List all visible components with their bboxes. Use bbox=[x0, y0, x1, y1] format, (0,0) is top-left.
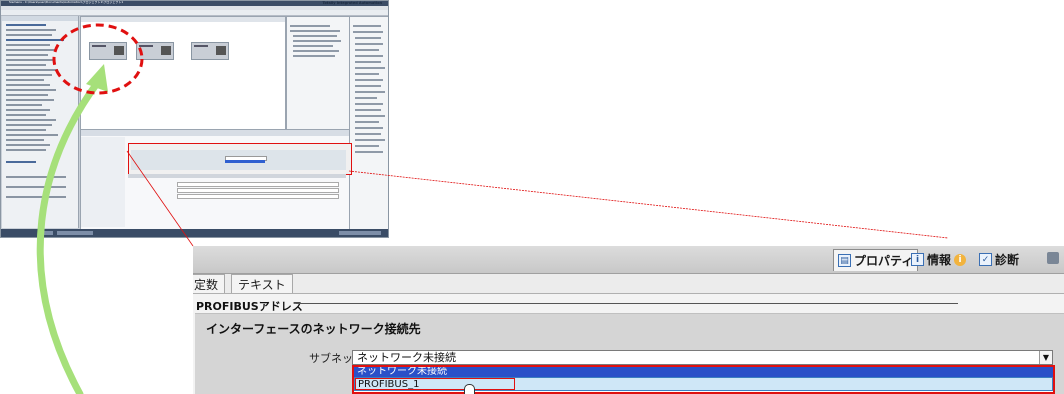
tab-info[interactable]: i 情報 i bbox=[911, 249, 967, 270]
panel-options-icon[interactable] bbox=[1047, 252, 1059, 264]
subnet-select[interactable]: ネットワーク未接続 ▼ bbox=[352, 350, 1053, 365]
chevron-down-icon[interactable]: ▼ bbox=[1039, 351, 1052, 364]
tab-texts[interactable]: テキスト bbox=[231, 274, 293, 293]
tab-diagnostics[interactable]: ✓ 診断 bbox=[979, 249, 1019, 270]
subnet-dropdown-list: ネットワーク未接続 PROFIBUS_1 bbox=[352, 365, 1055, 394]
sub-tab-bar: 定数 テキスト bbox=[193, 274, 1064, 294]
info-badge-icon: i bbox=[954, 253, 967, 266]
properties-icon: ▤ bbox=[838, 254, 851, 267]
option-highlight-box bbox=[355, 378, 515, 390]
diagnostics-icon: ✓ bbox=[979, 253, 992, 266]
green-arrow bbox=[36, 78, 102, 394]
tab-properties[interactable]: ▤ プロパティ bbox=[833, 249, 919, 271]
magnified-properties-panel: ▤ プロパティ i 情報 i ✓ 診断 定数 テキスト PROFIBUSアドレス… bbox=[193, 246, 1064, 394]
zoom-line-left bbox=[126, 150, 194, 247]
section-title: PROFIBUSアドレス bbox=[196, 300, 303, 313]
subnet-select-value: ネットワーク未接続 bbox=[357, 351, 456, 364]
mouse-cursor-icon bbox=[464, 384, 475, 394]
group-title: インターフェースのネットワーク接続先 bbox=[206, 322, 421, 336]
section-divider bbox=[296, 303, 958, 304]
green-arrow-head bbox=[86, 64, 108, 92]
dropdown-option-profibus[interactable]: PROFIBUS_1 bbox=[354, 377, 1053, 394]
info-icon: i bbox=[911, 253, 924, 266]
zoom-line-right bbox=[348, 170, 949, 239]
dropdown-option-not-connected[interactable]: ネットワーク未接続 bbox=[354, 367, 1053, 377]
inspector-tab-bar: ▤ プロパティ i 情報 i ✓ 診断 bbox=[193, 246, 1064, 274]
tab-constants[interactable]: 定数 bbox=[193, 274, 226, 293]
